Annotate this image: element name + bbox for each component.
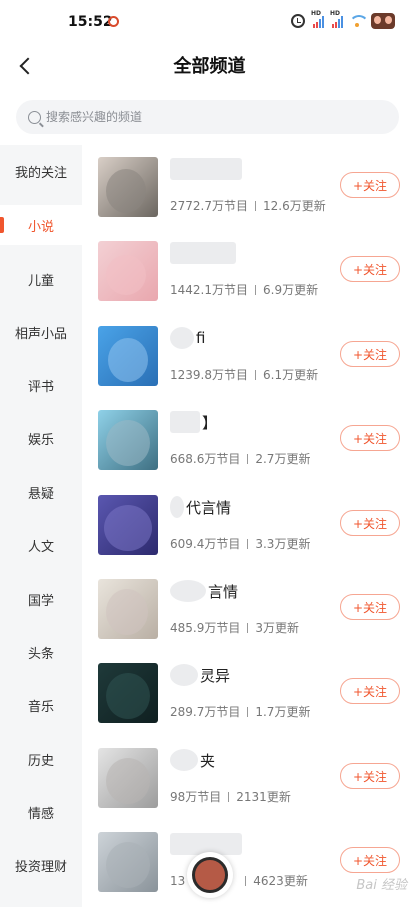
sidebar-item-following[interactable]: 我的关注 [0, 151, 82, 191]
category-sidebar: 我的关注 小说 儿童 相声小品 评书 娱乐 悬疑 人文 国学 头条 音乐 历史 … [0, 145, 82, 907]
sidebar-item-label: 悬疑 [27, 486, 54, 502]
channel-row[interactable]: 】 668.6万节目 2.7万更新 +关注 [82, 398, 419, 482]
channel-row[interactable]: 灵异 289.7万节目 1.7万更新 +关注 [82, 651, 419, 735]
channel-name: 言情 [170, 580, 238, 602]
channel-row[interactable]: 夹 98万节目 2131更新 +关注 [82, 736, 419, 820]
search-bar[interactable] [16, 100, 399, 134]
sidebar-item-history[interactable]: 历史 [0, 739, 82, 779]
channel-name: fi [170, 327, 205, 349]
sidebar-item-label: 我的关注 [14, 165, 67, 181]
battery-icon [371, 13, 395, 29]
watermark: Bai 经验 [356, 878, 407, 893]
sidebar-item-novel[interactable]: 小说 [0, 205, 82, 245]
search-icon [28, 110, 41, 124]
channel-cover-image [98, 326, 158, 386]
channel-stats: 485.9万节目 3万更新 [170, 621, 299, 635]
follow-button[interactable]: +关注 [340, 847, 400, 873]
channel-list: 2772.7万节目 12.6万更新 +关注 1442.1万节目 6.9万更新 +关注… [82, 145, 419, 907]
channel-name: 夹 [170, 749, 215, 771]
channel-name [170, 158, 244, 180]
channel-stats: 1442.1万节目 6.9万更新 [170, 283, 319, 297]
channel-cover-image [98, 241, 158, 301]
channel-cover-image [98, 663, 158, 723]
sidebar-item-label: 音乐 [27, 699, 54, 715]
sidebar-item-chinese-studies[interactable]: 国学 [0, 579, 82, 619]
app-notification-icon [108, 16, 119, 27]
follow-button[interactable]: +关注 [340, 678, 400, 704]
sidebar-item-children[interactable]: 儿童 [0, 259, 82, 299]
channel-stats: 609.4万节目 3.3万更新 [170, 537, 311, 551]
album-disc-icon [192, 857, 228, 893]
sidebar-item-label: 儿童 [27, 273, 54, 289]
channel-row[interactable]: 言情 485.9万节目 3万更新 +关注 [82, 567, 419, 651]
sidebar-item-label: 国学 [27, 593, 54, 609]
channel-stats: 1239.8万节目 6.1万更新 [170, 368, 319, 382]
channel-cover-image [98, 748, 158, 808]
sidebar-item-headlines[interactable]: 头条 [0, 632, 82, 672]
channel-cover-image [98, 157, 158, 217]
status-bar: 15:52 HD HD [0, 0, 419, 44]
sidebar-item-label: 评书 [27, 379, 54, 395]
channel-stats: 2772.7万节目 12.6万更新 [170, 199, 326, 213]
sidebar-item-entertainment[interactable]: 娱乐 [0, 418, 82, 458]
sidebar-item-crosstalk[interactable]: 相声小品 [0, 312, 82, 352]
channel-row[interactable]: 代言情 609.4万节目 3.3万更新 +关注 [82, 483, 419, 567]
signal-2-icon: HD [330, 10, 343, 28]
follow-button[interactable]: +关注 [340, 256, 400, 282]
mini-player-button[interactable] [187, 852, 233, 898]
channel-stats: 98万节目 2131更新 [170, 790, 291, 804]
alarm-icon [291, 14, 305, 28]
sidebar-item-music[interactable]: 音乐 [0, 685, 82, 725]
channel-row[interactable]: 1442.1万节目 6.9万更新 +关注 [82, 229, 419, 313]
sidebar-item-label: 头条 [27, 646, 54, 662]
follow-button[interactable]: +关注 [340, 341, 400, 367]
sidebar-item-label: 人文 [27, 539, 54, 555]
follow-button[interactable]: +关注 [340, 172, 400, 198]
follow-button[interactable]: +关注 [340, 763, 400, 789]
sidebar-item-suspense[interactable]: 悬疑 [0, 472, 82, 512]
search-input[interactable] [46, 110, 346, 124]
header: 全部频道 [0, 44, 419, 86]
sidebar-item-label: 相声小品 [14, 326, 67, 342]
sidebar-item-label: 投资理财 [14, 859, 67, 875]
channel-name [170, 833, 244, 855]
sidebar-item-label: 小说 [27, 219, 54, 235]
sidebar-item-storytelling[interactable]: 评书 [0, 365, 82, 405]
channel-name: 】 [170, 411, 217, 433]
sidebar-item-humanities[interactable]: 人文 [0, 525, 82, 565]
channel-cover-image [98, 495, 158, 555]
signal-1-icon: HD [311, 10, 324, 28]
wifi-icon [349, 15, 369, 27]
channel-cover-image [98, 579, 158, 639]
sidebar-item-finance[interactable]: 投资理财 [0, 845, 82, 885]
channel-stats: 289.7万节目 1.7万更新 [170, 705, 311, 719]
follow-button[interactable]: +关注 [340, 510, 400, 536]
channel-stats: 668.6万节目 2.7万更新 [170, 452, 311, 466]
follow-button[interactable]: +关注 [340, 425, 400, 451]
channel-name: 灵异 [170, 664, 230, 686]
sidebar-item-label: 娱乐 [27, 432, 54, 448]
channel-cover-image [98, 832, 158, 892]
page-title: 全部频道 [173, 56, 246, 77]
channel-row[interactable]: 2772.7万节目 12.6万更新 +关注 [82, 145, 419, 229]
sidebar-item-emotion[interactable]: 情感 [0, 792, 82, 832]
channel-name [170, 242, 238, 264]
sidebar-item-label: 情感 [27, 806, 54, 822]
follow-button[interactable]: +关注 [340, 594, 400, 620]
channel-row[interactable]: fi 1239.8万节目 6.1万更新 +关注 [82, 314, 419, 398]
status-time: 15:52 [68, 14, 113, 30]
sidebar-item-label: 历史 [27, 753, 54, 769]
status-icons: HD HD [291, 10, 395, 29]
active-indicator [0, 217, 4, 233]
channel-name: 代言情 [170, 496, 231, 518]
channel-cover-image [98, 410, 158, 470]
